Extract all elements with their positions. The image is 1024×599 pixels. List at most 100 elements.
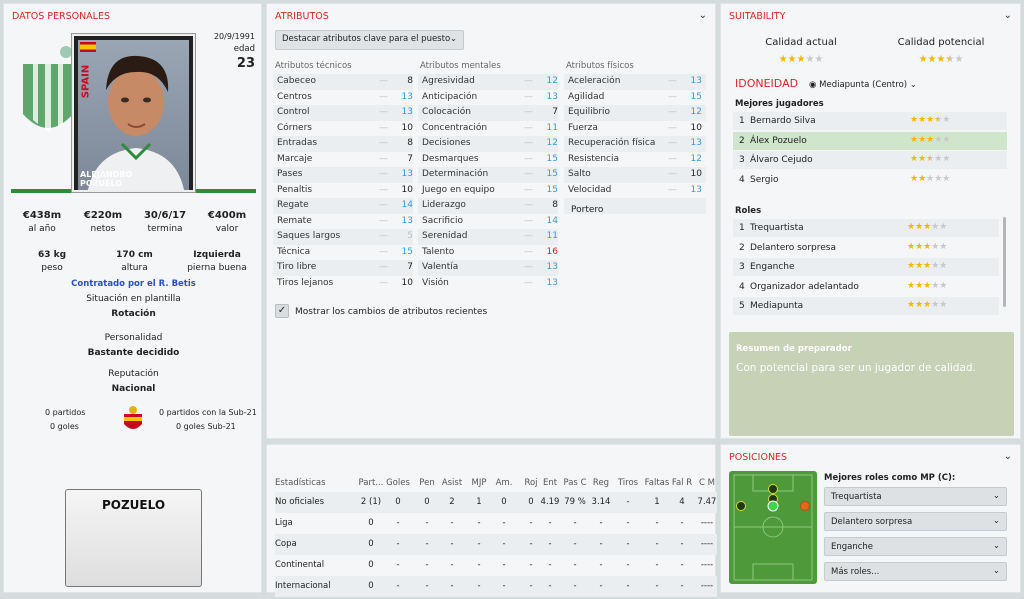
- attribute-row-physical[interactable]: Resistencia — 12: [564, 152, 706, 168]
- stats-header-cell[interactable]: Estadísticas: [275, 478, 345, 488]
- attribute-row-mental[interactable]: Desmarques — 15: [418, 152, 558, 168]
- attribute-row-mental[interactable]: Anticipación — 13: [418, 90, 558, 106]
- attribute-row-mental[interactable]: Visión — 13: [418, 276, 558, 292]
- attribute-row-technical[interactable]: Córners — 10: [273, 121, 413, 137]
- stats-row[interactable]: Continental 0- - - - - - - - - - - - ----: [275, 555, 717, 576]
- role-row[interactable]: 2 Delantero sorpresa ★★★★★: [733, 239, 999, 257]
- attribute-row-mental[interactable]: Agresividad — 12: [418, 74, 558, 90]
- attribute-dash: —: [379, 76, 388, 86]
- attribute-row-mental[interactable]: Concentración — 11: [418, 121, 558, 137]
- stats-header-cell[interactable]: Pas C: [560, 478, 590, 488]
- role-dropdown-button[interactable]: Delantero sorpresa ⌄: [824, 512, 1007, 531]
- attribute-row-physical[interactable]: Equilibrio — 12: [564, 105, 706, 121]
- stats-header-cell[interactable]: MJP: [465, 478, 493, 488]
- chevron-down-icon[interactable]: ⌄: [699, 10, 707, 21]
- attribute-dash: —: [379, 169, 388, 179]
- attribute-row-technical[interactable]: Tiros lejanos — 10: [273, 276, 413, 292]
- attribute-row-mental[interactable]: Colocación — 7: [418, 105, 558, 121]
- contracted-by-link[interactable]: Contratado por el R. Betis: [4, 279, 263, 289]
- attribute-value: 13: [690, 184, 702, 195]
- attribute-row-mental[interactable]: Liderazgo — 8: [418, 198, 558, 214]
- player-row[interactable]: 4 Sergio ★★★★★: [733, 171, 1007, 189]
- stats-cell: 4: [679, 497, 685, 507]
- attribute-row-mental[interactable]: Juego en equipo — 15: [418, 183, 558, 199]
- attribute-row-physical[interactable]: Agilidad — 15: [564, 90, 706, 106]
- stats-header-cell[interactable]: Pen: [413, 478, 441, 488]
- stats-header-cell[interactable]: Fal R: [669, 478, 695, 488]
- chevron-down-icon: ⌄: [909, 80, 917, 90]
- attribute-row-technical[interactable]: Saques largos — 5: [273, 229, 413, 245]
- player-row[interactable]: 2 Álex Pozuelo ★★★★★: [733, 131, 1007, 150]
- attribute-row-mental[interactable]: Valentía — 13: [418, 260, 558, 276]
- attribute-row-technical[interactable]: Marcaje — 7: [273, 152, 413, 168]
- stats-header-cell[interactable]: Asist: [438, 478, 466, 488]
- stats-header-cell[interactable]: Faltas: [643, 478, 671, 488]
- attribute-row-physical[interactable]: Recuperación física — 13: [564, 136, 706, 152]
- positions-panel: POSICIONES ⌄ Mejores roles como MP (C): …: [720, 444, 1021, 593]
- stats-cell: -: [655, 581, 659, 591]
- stats-header-cell[interactable]: Tiros: [615, 478, 641, 488]
- goalkeeper-label[interactable]: Portero: [571, 205, 603, 215]
- stats-header-cell[interactable]: C M: [695, 478, 719, 488]
- attribute-row-technical[interactable]: Técnica — 15: [273, 245, 413, 261]
- attribute-row-technical[interactable]: Regate — 14: [273, 198, 413, 214]
- player-row[interactable]: 1 Bernardo Silva ★★★★★: [733, 112, 1007, 130]
- attribute-row-physical[interactable]: Salto — 10: [564, 167, 706, 183]
- player-photo-card: SPAIN ALEJANDRO POZUELO: [72, 34, 195, 192]
- role-dropdown-button[interactable]: Más roles... ⌄: [824, 562, 1007, 581]
- attribute-row-mental[interactable]: Talento — 16: [418, 245, 558, 261]
- attribute-row-physical[interactable]: Aceleración — 13: [564, 74, 706, 90]
- attribute-row-technical[interactable]: Tiro libre — 7: [273, 260, 413, 276]
- attribute-row-mental[interactable]: Decisiones — 12: [418, 136, 558, 152]
- stats-row[interactable]: Internacional 0- - - - - - - - - - - - ----: [275, 576, 717, 597]
- attribute-row-technical[interactable]: Remate — 13: [273, 214, 413, 230]
- attribute-row-technical[interactable]: Penaltis — 10: [273, 183, 413, 199]
- position-dropdown[interactable]: ◉ Mediapunta (Centro) ⌄: [809, 80, 917, 90]
- show-changes-checkbox[interactable]: ✓: [275, 304, 289, 318]
- contract-values: €438m al año €220m netos 30/6/17 termina €4…: [12, 210, 257, 240]
- attribute-row-mental[interactable]: Determinación — 15: [418, 167, 558, 183]
- attribute-row-technical[interactable]: Entradas — 8: [273, 136, 413, 152]
- stats-cell: -: [396, 560, 400, 570]
- stats-cell: -: [396, 518, 400, 528]
- role-row[interactable]: 5 Mediapunta ★★★★★: [733, 297, 999, 315]
- attribute-row-mental[interactable]: Serenidad — 11: [418, 229, 558, 245]
- roles-scrollbar[interactable]: [1003, 217, 1006, 307]
- attribute-row-technical[interactable]: Centros — 13: [273, 90, 413, 106]
- highlight-attributes-dropdown[interactable]: Destacar atributos clave para el puesto …: [275, 30, 464, 50]
- stats-panel: Estadísticas Part... Goles Pen Asist MJP Am. Ro…: [266, 444, 719, 597]
- attribute-row-physical[interactable]: Velocidad — 13: [564, 183, 706, 199]
- stats-row[interactable]: Copa 0- - - - - - - - - - - - ----: [275, 534, 717, 555]
- attribute-row-physical[interactable]: Fuerza — 10: [564, 121, 706, 137]
- role-dropdown-button[interactable]: Enganche ⌄: [824, 537, 1007, 556]
- attribute-dash: —: [379, 215, 388, 226]
- attribute-name: Desmarques: [422, 153, 479, 164]
- player-row[interactable]: 3 Álvaro Cejudo ★★★★★: [733, 151, 1007, 169]
- stats-header-cell[interactable]: Goles: [383, 478, 413, 488]
- stats-row[interactable]: No oficiales 2 (1) 0 0 2 1 0 0 4.19 79 % 3.14-1 4 7.…: [275, 492, 717, 513]
- attribute-dash: —: [379, 231, 388, 241]
- player-rank: 1: [739, 116, 745, 126]
- stats-row[interactable]: Liga 0- - - - - - - - - - - - ----: [275, 513, 717, 534]
- best-players-label: Mejores jugadores: [735, 99, 824, 109]
- stats-cell: -: [626, 581, 630, 591]
- attribute-row-mental[interactable]: Sacrificio — 14: [418, 214, 558, 230]
- stats-cell: -: [573, 560, 577, 570]
- attribute-row-technical[interactable]: Cabeceo — 8: [273, 74, 413, 90]
- role-row[interactable]: 3 Enganche ★★★★★: [733, 258, 999, 276]
- attribute-row-technical[interactable]: Control — 13: [273, 105, 413, 121]
- stats-header-cell[interactable]: Am.: [490, 478, 518, 488]
- role-dropdown-button[interactable]: Trequartista ⌄: [824, 487, 1007, 506]
- attribute-name: Valentía: [422, 262, 459, 272]
- stats-header-cell[interactable]: Reg: [587, 478, 615, 488]
- chevron-down-icon[interactable]: ⌄: [1004, 451, 1012, 462]
- attribute-value: 10: [401, 122, 413, 133]
- role-row[interactable]: 1 Trequartista ★★★★★: [733, 219, 999, 237]
- stats-cell: ----: [700, 581, 714, 591]
- attribute-name: Agilidad: [568, 91, 605, 102]
- potential-ability-label: Calidad potencial: [897, 37, 985, 48]
- chevron-down-icon[interactable]: ⌄: [1004, 10, 1012, 21]
- role-row[interactable]: 4 Organizador adelantado ★★★★★: [733, 278, 999, 296]
- player-name: Bernardo Silva: [750, 116, 816, 126]
- attribute-row-technical[interactable]: Pases — 13: [273, 167, 413, 183]
